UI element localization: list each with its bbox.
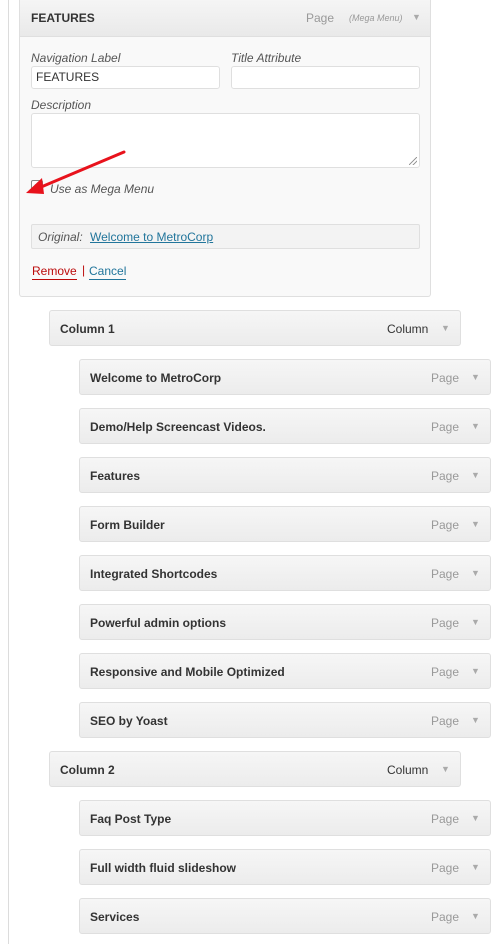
action-separator: | <box>82 263 86 277</box>
menu-item-type: Page <box>306 11 335 25</box>
menu-item-type: Page <box>431 861 460 875</box>
menu-item-page[interactable]: Features Page ▼ <box>79 457 491 493</box>
original-box: Original: Welcome to MetroCorp <box>31 224 420 249</box>
expand-arrow-icon[interactable]: ▼ <box>471 715 480 725</box>
expand-arrow-icon[interactable]: ▼ <box>471 421 480 431</box>
menu-item-column[interactable]: Column 2 Column ▼ <box>49 751 461 787</box>
menu-item-title: Faq Post Type <box>90 812 172 826</box>
menu-item-title: Demo/Help Screencast Videos. <box>90 420 266 434</box>
menu-item-column[interactable]: Column 1 Column ▼ <box>49 310 461 346</box>
remove-link[interactable]: Remove <box>32 264 77 280</box>
menu-item-page[interactable]: Integrated Shortcodes Page ▼ <box>79 555 491 591</box>
expand-arrow-icon[interactable]: ▼ <box>471 470 480 480</box>
menu-item-type: Page <box>431 665 460 679</box>
menu-item-page[interactable]: Faq Post Type Page ▼ <box>79 800 491 836</box>
menu-item-type: Column <box>387 763 429 777</box>
menu-item-title: Column 2 <box>60 763 115 777</box>
menu-item-title: Features <box>90 469 141 483</box>
menu-item-type: Page <box>431 371 460 385</box>
menu-item-type: Page <box>431 518 460 532</box>
cancel-link[interactable]: Cancel <box>89 264 127 280</box>
menu-item-page[interactable]: Welcome to MetroCorp Page ▼ <box>79 359 491 395</box>
menu-item-title: Full width fluid slideshow <box>90 861 236 875</box>
menu-item-title: Services <box>90 910 140 924</box>
original-page-link[interactable]: Welcome to MetroCorp <box>90 230 213 244</box>
menu-item-type: Page <box>431 616 460 630</box>
left-guide-line <box>8 0 9 944</box>
menu-item-type: Page <box>431 714 460 728</box>
menu-item-page[interactable]: SEO by Yoast Page ▼ <box>79 702 491 738</box>
expand-arrow-icon[interactable]: ▼ <box>471 372 480 382</box>
menu-item-settings-features: FEATURES Page (Mega Menu) ▼ Navigation L… <box>19 0 431 297</box>
title-attribute-caption: Title Attribute <box>231 51 302 65</box>
expand-arrow-icon[interactable]: ▼ <box>471 813 480 823</box>
menu-item-type: Column <box>387 322 429 336</box>
menu-item-title: Responsive and Mobile Optimized <box>90 665 285 679</box>
menu-item-page[interactable]: Form Builder Page ▼ <box>79 506 491 542</box>
menu-item-type: Page <box>431 567 460 581</box>
expand-arrow-icon[interactable]: ▼ <box>471 666 480 676</box>
menu-item-page[interactable]: Full width fluid slideshow Page ▼ <box>79 849 491 885</box>
menu-item-page[interactable]: Responsive and Mobile Optimized Page ▼ <box>79 653 491 689</box>
menu-item-type-extra: (Mega Menu) <box>349 13 403 23</box>
menu-item-page[interactable]: Services Page ▼ <box>79 898 491 934</box>
menu-item-page[interactable]: Powerful admin options Page ▼ <box>79 604 491 640</box>
expand-arrow-icon[interactable]: ▼ <box>441 764 450 774</box>
menu-item-title: Form Builder <box>90 518 165 532</box>
menu-item-title: Welcome to MetroCorp <box>90 371 222 385</box>
expand-arrow-icon[interactable]: ▼ <box>471 568 480 578</box>
red-annotation-arrow-icon <box>26 150 126 194</box>
menu-item-type: Page <box>431 812 460 826</box>
original-label: Original: <box>38 230 83 244</box>
menu-item-type: Page <box>431 469 460 483</box>
menu-item-title: SEO by Yoast <box>90 714 168 728</box>
menu-item-title: Powerful admin options <box>90 616 227 630</box>
expand-arrow-icon[interactable]: ▼ <box>471 617 480 627</box>
resize-handle-icon[interactable] <box>409 157 417 165</box>
expand-arrow-icon[interactable]: ▼ <box>471 911 480 921</box>
expand-arrow-icon[interactable]: ▼ <box>441 323 450 333</box>
expand-arrow-icon[interactable]: ▼ <box>471 519 480 529</box>
expand-arrow-icon[interactable]: ▼ <box>412 12 421 22</box>
menu-item-title: Column 1 <box>60 322 115 336</box>
menu-item-type: Page <box>431 420 460 434</box>
expand-arrow-icon[interactable]: ▼ <box>471 862 480 872</box>
menu-item-type: Page <box>431 910 460 924</box>
title-attribute-input[interactable] <box>231 66 420 89</box>
menu-item-page[interactable]: Demo/Help Screencast Videos. Page ▼ <box>79 408 491 444</box>
menu-item-title: Integrated Shortcodes <box>90 567 218 581</box>
